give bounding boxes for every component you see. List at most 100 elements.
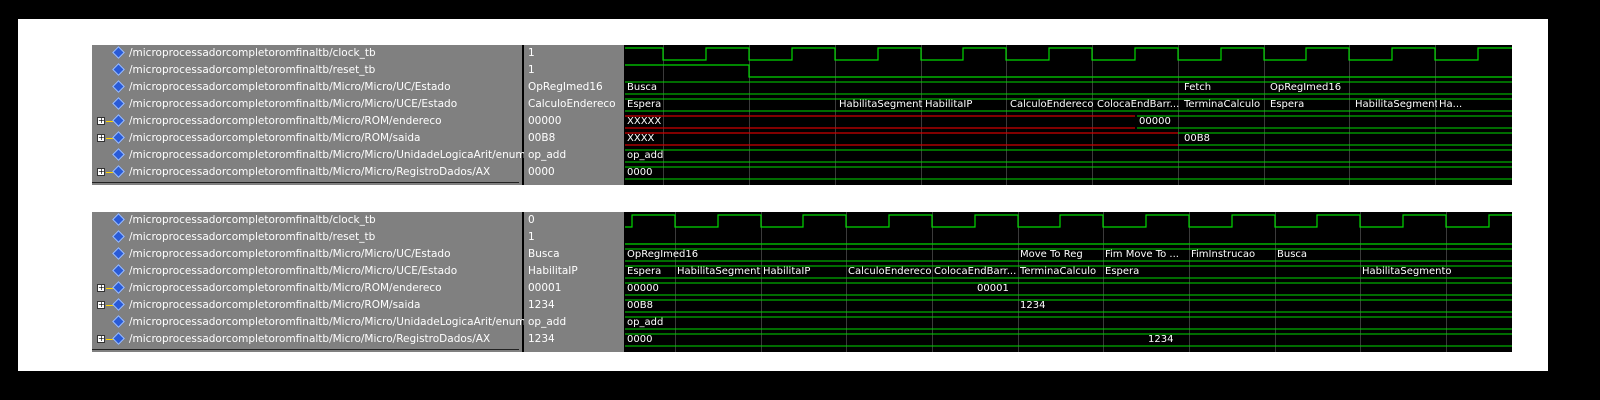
signal-icon	[112, 165, 125, 178]
waveform-value-label: CalculoEndereco	[848, 265, 932, 277]
signal-row[interactable]: /microprocessadorcompletoromfinaltb/Micr…	[92, 96, 522, 113]
signal-row[interactable]: + /microprocessadorcompletoromfinaltb/Mic…	[92, 164, 522, 181]
signal-name: /microprocessadorcompletoromfinaltb/Micr…	[129, 248, 451, 260]
waveform-value-label: op_add	[627, 316, 664, 328]
signal-row[interactable]: + /microprocessadorcompletoromfinaltb/Mic…	[92, 113, 522, 130]
waveform-value-label: 00000	[1139, 115, 1171, 127]
waveform-value-label: FimInstrucao	[1191, 248, 1256, 260]
waveform-value-label: Espera	[627, 265, 662, 277]
wave-panel-2: /microprocessadorcompletoromfinaltb/cloc…	[92, 212, 1512, 352]
waveform-value-label: HabilitaSegmento	[677, 265, 761, 277]
waveform-value-label: Fim Move To ...	[1105, 248, 1179, 260]
waveform-value-label: TerminaCalculo	[1020, 265, 1097, 277]
signal-value: 00001	[528, 282, 562, 294]
signal-icon	[112, 332, 125, 345]
waveform-value-label: ColocaEndBarr...	[1097, 98, 1180, 110]
signal-name: /microprocessadorcompletoromfinaltb/rese…	[129, 64, 376, 76]
signal-value: op_add	[528, 149, 567, 161]
signal-icon	[112, 46, 125, 59]
waveform-value-label: 1234	[1148, 333, 1174, 345]
signal-names-pane[interactable]: /microprocessadorcompletoromfinaltb/cloc…	[92, 212, 544, 352]
waveform-value-label: 00001	[977, 282, 1009, 294]
waveform-pane[interactable]: Busca Fetch OpRegImed16 Espera HabilitaSegme…	[625, 45, 1512, 185]
signal-row[interactable]: + /microprocessadorcompletoromfinaltb/Mic…	[92, 331, 522, 348]
signal-value: 1234	[528, 333, 555, 345]
waveform-value-label: XXXX	[627, 132, 655, 144]
signal-icon	[112, 114, 125, 127]
signal-name: /microprocessadorcompletoromfinaltb/Micr…	[129, 299, 421, 311]
signal-icon	[112, 148, 125, 161]
signal-row[interactable]: + /microprocessadorcompletoromfinaltb/Mic…	[92, 130, 522, 147]
signal-row[interactable]: + /microprocessadorcompletoromfinaltb/Mic…	[92, 297, 522, 314]
waveform-value-label: Espera	[1105, 265, 1140, 277]
signal-name: /microprocessadorcompletoromfinaltb/cloc…	[129, 47, 376, 59]
waveform-value-label: Espera	[627, 98, 662, 110]
waveform-value-label: 00B8	[627, 299, 653, 311]
signal-value: OpRegImed16	[528, 81, 603, 93]
signal-row[interactable]: /microprocessadorcompletoromfinaltb/Micr…	[92, 79, 522, 96]
signal-value: 00B8	[528, 132, 556, 144]
signal-row[interactable]: /microprocessadorcompletoromfinaltb/cloc…	[92, 212, 522, 229]
signal-icon	[112, 97, 125, 110]
signal-icon	[112, 131, 125, 144]
signal-icon	[112, 315, 125, 328]
waveform-value-label: TerminaCalculo	[1184, 98, 1261, 110]
waveform-value-label: 00B8	[1184, 132, 1210, 144]
waveform-value-label: HabilitaSegmento	[1362, 265, 1452, 277]
signal-icon	[112, 298, 125, 311]
signal-name: /microprocessadorcompletoromfinaltb/Micr…	[129, 333, 491, 345]
signal-row[interactable]: + /microprocessadorcompletoromfinaltb/Mic…	[92, 280, 522, 297]
signal-icon	[112, 281, 125, 294]
waveform-value-label: HabilitaSegmento	[839, 98, 923, 110]
expand-icon[interactable]: +	[97, 168, 105, 176]
signal-icon	[112, 247, 125, 260]
signal-value: op_add	[528, 316, 567, 328]
waveform-pane[interactable]: OpRegImed16 Move To Reg Fim Move To ... Fim…	[625, 212, 1512, 352]
signal-value: 0000	[528, 166, 555, 178]
wave-panel-1: /microprocessadorcompletoromfinaltb/cloc…	[92, 45, 1512, 185]
waveform-value-label: XXXXX	[627, 115, 662, 127]
signal-name: /microprocessadorcompletoromfinaltb/Micr…	[129, 115, 442, 127]
expand-icon[interactable]: +	[97, 335, 105, 343]
waveform-value-label: Busca	[1277, 248, 1308, 260]
signal-value: HabilitaIP	[528, 265, 578, 277]
waveform-value-label: Fetch	[1184, 81, 1212, 93]
names-scrollbar[interactable]	[92, 182, 519, 183]
waveform-value-label: ColocaEndBarr...	[934, 265, 1017, 277]
waveform-value-label: OpRegImed16	[627, 248, 699, 260]
signal-icon	[112, 213, 125, 226]
signal-names-pane[interactable]: /microprocessadorcompletoromfinaltb/cloc…	[92, 45, 544, 185]
waveform-value-label: OpRegImed16	[1270, 81, 1342, 93]
signal-icon	[112, 63, 125, 76]
signal-row[interactable]: /microprocessadorcompletoromfinaltb/Micr…	[92, 147, 544, 164]
signal-row[interactable]: /microprocessadorcompletoromfinaltb/Micr…	[92, 314, 544, 331]
waveform-value-label: Espera	[1270, 98, 1305, 110]
signal-row[interactable]: /microprocessadorcompletoromfinaltb/Micr…	[92, 263, 522, 280]
signal-row[interactable]: /microprocessadorcompletoromfinaltb/Micr…	[92, 246, 522, 263]
signal-name: /microprocessadorcompletoromfinaltb/Micr…	[129, 282, 442, 294]
waveform-value-label: Ha...	[1439, 98, 1463, 110]
names-scrollbar[interactable]	[92, 349, 519, 350]
signal-value: 1	[528, 47, 535, 59]
signal-name: /microprocessadorcompletoromfinaltb/Micr…	[129, 149, 544, 161]
expand-icon[interactable]: +	[97, 117, 105, 125]
signal-value: CalculoEndereco	[528, 98, 616, 110]
waveform-value-label: op_add	[627, 149, 664, 161]
signal-name: /microprocessadorcompletoromfinaltb/rese…	[129, 231, 376, 243]
signal-name: /microprocessadorcompletoromfinaltb/Micr…	[129, 81, 451, 93]
signal-name: /microprocessadorcompletoromfinaltb/Micr…	[129, 132, 421, 144]
signal-row[interactable]: /microprocessadorcompletoromfinaltb/rese…	[92, 229, 522, 246]
signal-row[interactable]: /microprocessadorcompletoromfinaltb/cloc…	[92, 45, 522, 62]
signal-row[interactable]: /microprocessadorcompletoromfinaltb/rese…	[92, 62, 522, 79]
signal-value: Busca	[528, 248, 560, 260]
signal-value: 00000	[528, 115, 562, 127]
expand-icon[interactable]: +	[97, 134, 105, 142]
wave-window-canvas: /microprocessadorcompletoromfinaltb/cloc…	[18, 19, 1548, 371]
expand-icon[interactable]: +	[97, 284, 105, 292]
signal-icon	[112, 80, 125, 93]
waveform-value-label: 1234	[1020, 299, 1046, 311]
signal-value: 1	[528, 231, 535, 243]
signal-icon	[112, 230, 125, 243]
signal-name: /microprocessadorcompletoromfinaltb/Micr…	[129, 98, 458, 110]
expand-icon[interactable]: +	[97, 301, 105, 309]
